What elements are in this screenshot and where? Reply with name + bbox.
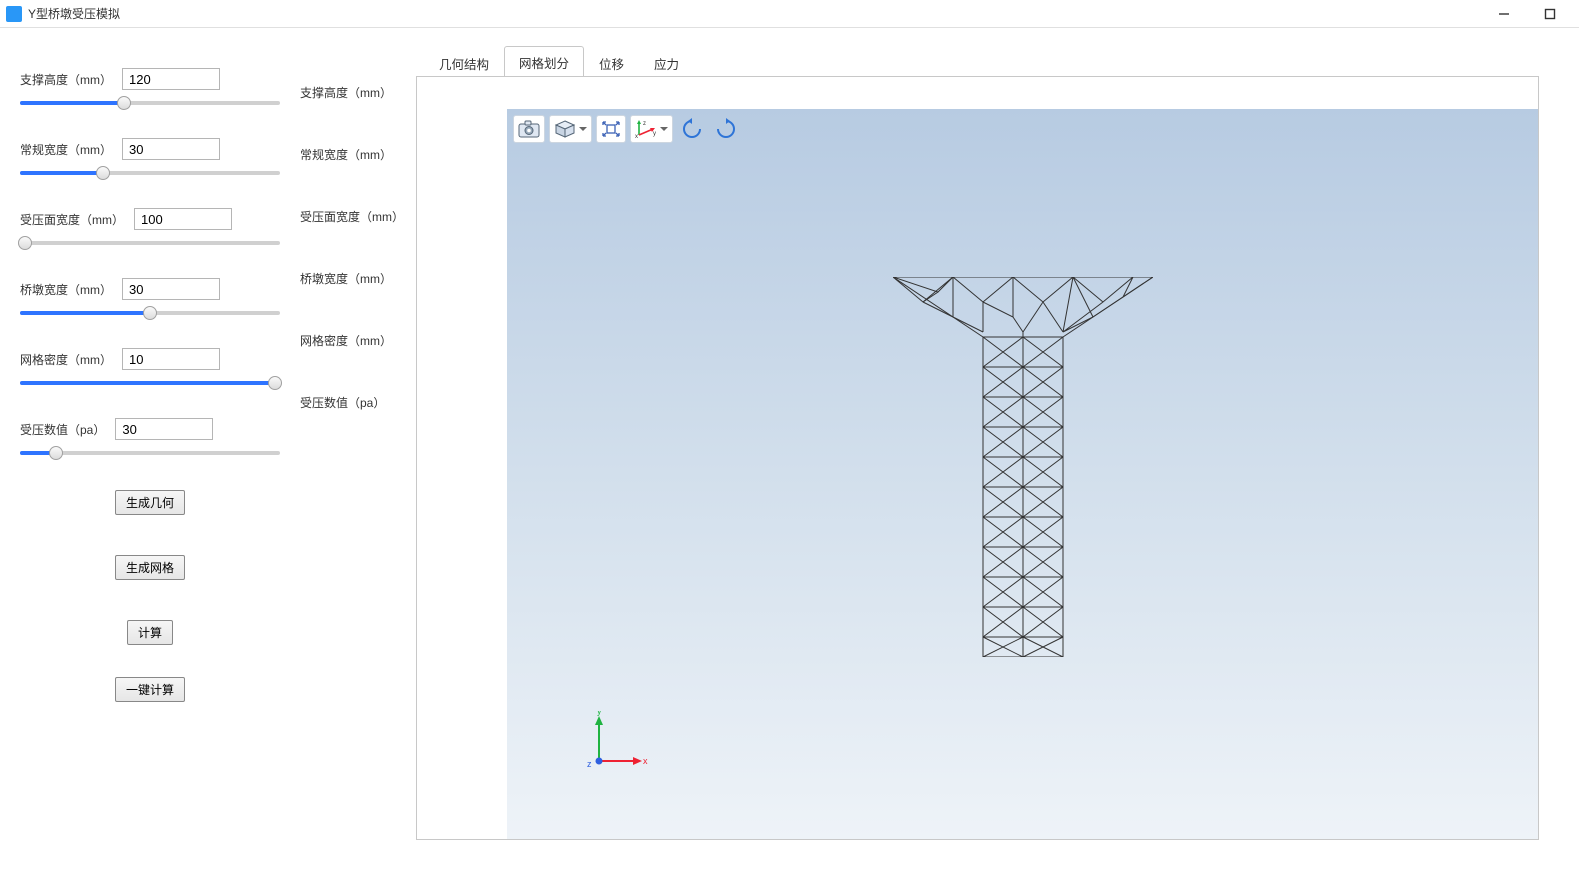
axes-xyz-icon: z y x <box>635 119 657 139</box>
app-icon <box>6 6 22 22</box>
mesh-figure <box>893 277 1153 657</box>
window-title: Y型桥墩受压模拟 <box>28 5 120 22</box>
window-controls <box>1481 0 1573 28</box>
summary-label: 支撑高度（mm） <box>300 78 416 140</box>
param-label: 支撑高度（mm） <box>20 71 112 88</box>
snapshot-button[interactable] <box>513 115 545 143</box>
mesh-density-slider[interactable] <box>20 376 280 390</box>
generate-mesh-button[interactable]: 生成网格 <box>115 555 185 580</box>
pressure-value-input[interactable] <box>115 418 213 440</box>
extents-icon <box>601 120 621 138</box>
compute-button[interactable]: 计算 <box>127 620 173 645</box>
summary-label: 网格密度（mm） <box>300 326 416 388</box>
cube-icon <box>554 120 576 138</box>
tab-stress[interactable]: 应力 <box>639 47 694 77</box>
tab-displacement[interactable]: 位移 <box>584 47 639 77</box>
orientation-triad: y x z <box>579 711 649 781</box>
summary-label: 受压面宽度（mm） <box>300 202 416 264</box>
graphics-viewport[interactable]: z y x <box>507 109 1538 839</box>
normal-width-slider[interactable] <box>20 166 280 180</box>
zoom-extents-button[interactable] <box>596 115 626 143</box>
svg-text:y: y <box>653 131 656 137</box>
triad-x-label: x <box>643 756 648 766</box>
rotate-ccw-icon <box>681 118 703 140</box>
maximize-button[interactable] <box>1527 0 1573 28</box>
param-pier-width: 桥墩宽度（mm） <box>20 278 280 320</box>
param-label: 桥墩宽度（mm） <box>20 281 112 298</box>
param-label: 受压面宽度（mm） <box>20 211 124 228</box>
param-pressure-value: 受压数值（pa） <box>20 418 280 460</box>
summary-label: 受压数值（pa） <box>300 388 416 450</box>
param-pressure-face-width: 受压面宽度（mm） <box>20 208 280 250</box>
param-label: 网格密度（mm） <box>20 351 112 368</box>
pier-width-slider[interactable] <box>20 306 280 320</box>
pressure-value-slider[interactable] <box>20 446 280 460</box>
main-panel: 几何结构 网格划分 位移 应力 <box>416 28 1579 870</box>
param-mesh-density: 网格密度（mm） <box>20 348 280 390</box>
pier-width-input[interactable] <box>122 278 220 300</box>
tab-mesh[interactable]: 网格划分 <box>504 46 584 77</box>
camera-icon <box>518 120 540 138</box>
viewer-frame: z y x <box>416 76 1539 840</box>
normal-width-input[interactable] <box>122 138 220 160</box>
scene-preset-button[interactable] <box>549 115 592 143</box>
tab-geometry[interactable]: 几何结构 <box>424 47 504 77</box>
summary-label: 桥墩宽度（mm） <box>300 264 416 326</box>
support-height-input[interactable] <box>122 68 220 90</box>
pressure-face-width-slider[interactable] <box>20 236 280 250</box>
title-bar: Y型桥墩受压模拟 <box>0 0 1579 28</box>
compute-all-button[interactable]: 一键计算 <box>115 677 185 702</box>
param-support-height: 支撑高度（mm） <box>20 68 280 110</box>
support-height-slider[interactable] <box>20 96 280 110</box>
rotate-cw-icon <box>715 118 737 140</box>
mesh-density-input[interactable] <box>122 348 220 370</box>
param-label: 受压数值（pa） <box>20 421 105 438</box>
svg-text:z: z <box>643 121 646 127</box>
rotate-ccw-button[interactable] <box>677 115 707 143</box>
param-normal-width: 常规宽度（mm） <box>20 138 280 180</box>
param-label: 常规宽度（mm） <box>20 141 112 158</box>
svg-text:x: x <box>635 134 638 139</box>
minimize-button[interactable] <box>1481 0 1527 28</box>
summary-labels-panel: 支撑高度（mm） 常规宽度（mm） 受压面宽度（mm） 桥墩宽度（mm） 网格密… <box>300 28 416 870</box>
triad-y-label: y <box>597 711 602 716</box>
parameters-panel: 支撑高度（mm） 常规宽度（mm） 受压面宽度（mm） <box>0 28 300 870</box>
generate-geometry-button[interactable]: 生成几何 <box>115 490 185 515</box>
axes-orientation-button[interactable]: z y x <box>630 115 673 143</box>
summary-label: 常规宽度（mm） <box>300 140 416 202</box>
rotate-cw-button[interactable] <box>711 115 741 143</box>
viewport-toolbar: z y x <box>511 113 743 145</box>
triad-z-label: z <box>587 759 592 769</box>
result-tabs: 几何结构 网格划分 位移 应力 <box>416 48 1539 76</box>
pressure-face-width-input[interactable] <box>134 208 232 230</box>
